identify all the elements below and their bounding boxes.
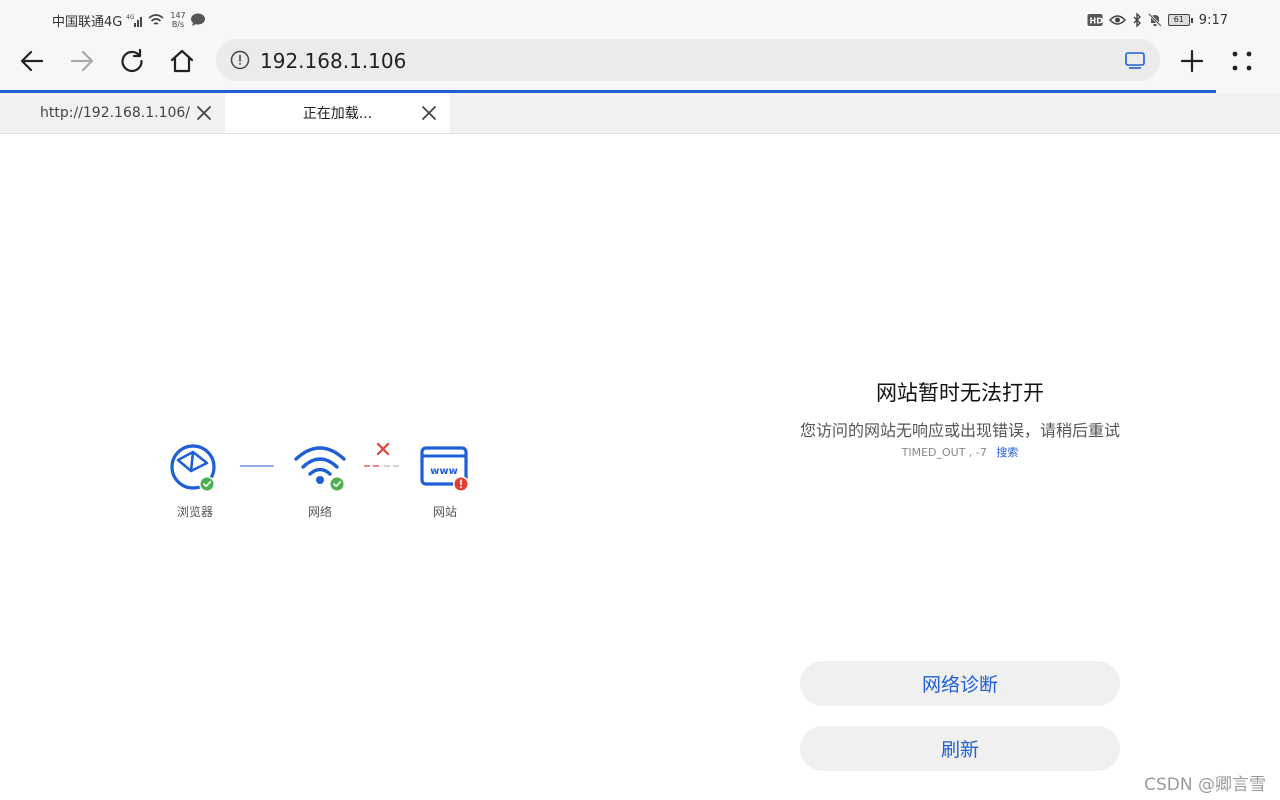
arrow-left-icon (20, 50, 44, 72)
network-diagnose-button[interactable]: 网络诊断 (800, 661, 1120, 706)
hd-icon: HD (1087, 14, 1103, 26)
error-code-line: TIMED_OUT , -7 搜索 (760, 444, 1160, 460)
home-button[interactable] (162, 41, 202, 81)
address-bar[interactable]: 192.168.1.106 (216, 39, 1160, 81)
status-bar-left: 中国联通4G 4G 147 B/s (52, 10, 206, 30)
network-node: 网络 (280, 443, 360, 520)
grid-menu-icon (1232, 51, 1252, 71)
info-icon[interactable] (230, 50, 250, 70)
plus-icon (1180, 49, 1204, 73)
eye-icon (1108, 15, 1126, 25)
connector-line-failed (364, 442, 400, 467)
browser-label: 浏览器 (176, 505, 213, 519)
browser-globe-icon (170, 444, 216, 492)
error-description: 您访问的网站无响应或出现错误，请稍后重试 (799, 421, 1120, 440)
connector-line-ok (240, 465, 274, 467)
network-speed-unit: B/s (171, 20, 185, 29)
svg-text:www: www (430, 466, 458, 477)
browser-node: 浏览器 (155, 443, 235, 520)
new-tab-button[interactable] (1172, 41, 1212, 81)
wifi-network-icon (294, 446, 346, 492)
tab-strip: http://192.168.1.106/ 正在加载... (0, 93, 1280, 134)
clock: 9:17 (1198, 12, 1228, 28)
tab-title: 正在加载... (302, 106, 373, 122)
carrier-name: 中国联通4G (52, 14, 123, 30)
network-speed-value: 147 (170, 11, 186, 20)
status-bar: 中国联通4G 4G 147 B/s HD 61 9:17 (0, 0, 1280, 38)
signal-icon: 4G (126, 14, 143, 27)
battery-icon: 61 (1167, 14, 1193, 26)
reload-icon (121, 48, 143, 73)
desktop-mode-icon[interactable] (1124, 50, 1146, 70)
browser-toolbar: 192.168.1.106 (0, 38, 1280, 90)
network-speed: 147 B/s (170, 11, 185, 29)
search-link[interactable]: 搜索 (996, 446, 1018, 459)
error-title: 网站暂时无法打开 (876, 381, 1044, 405)
website-label: 网站 (432, 505, 457, 519)
reload-button[interactable] (112, 41, 152, 81)
message-icon (190, 13, 205, 26)
home-icon (170, 49, 194, 73)
tab-2[interactable]: 正在加载... (225, 93, 450, 133)
website-node: www 网站 (405, 443, 485, 520)
close-icon[interactable] (420, 104, 438, 122)
error-code: TIMED_OUT , -7 (901, 446, 987, 459)
refresh-button[interactable]: 刷新 (800, 726, 1120, 771)
svg-text:HD: HD (1089, 17, 1103, 26)
wifi-icon (148, 14, 164, 25)
website-www-icon: www (420, 446, 469, 492)
svg-text:4G: 4G (126, 14, 135, 21)
url-text[interactable]: 192.168.1.106 (260, 49, 406, 73)
bluetooth-icon (1133, 13, 1141, 27)
mute-bell-icon (1147, 13, 1162, 27)
tab-1[interactable]: http://192.168.1.106/ (0, 93, 225, 133)
back-button[interactable] (12, 41, 52, 81)
tab-title: http://192.168.1.106/ (40, 105, 191, 121)
forward-button[interactable] (62, 41, 102, 81)
status-bar-right: HD 61 9:17 (1087, 10, 1228, 30)
menu-button[interactable] (1222, 41, 1262, 81)
network-label: 网络 (307, 505, 332, 519)
watermark: CSDN @卿言雪 (1144, 775, 1266, 795)
close-icon[interactable] (195, 104, 213, 122)
battery-level: 61 (1167, 14, 1190, 26)
arrow-right-icon (70, 50, 94, 72)
